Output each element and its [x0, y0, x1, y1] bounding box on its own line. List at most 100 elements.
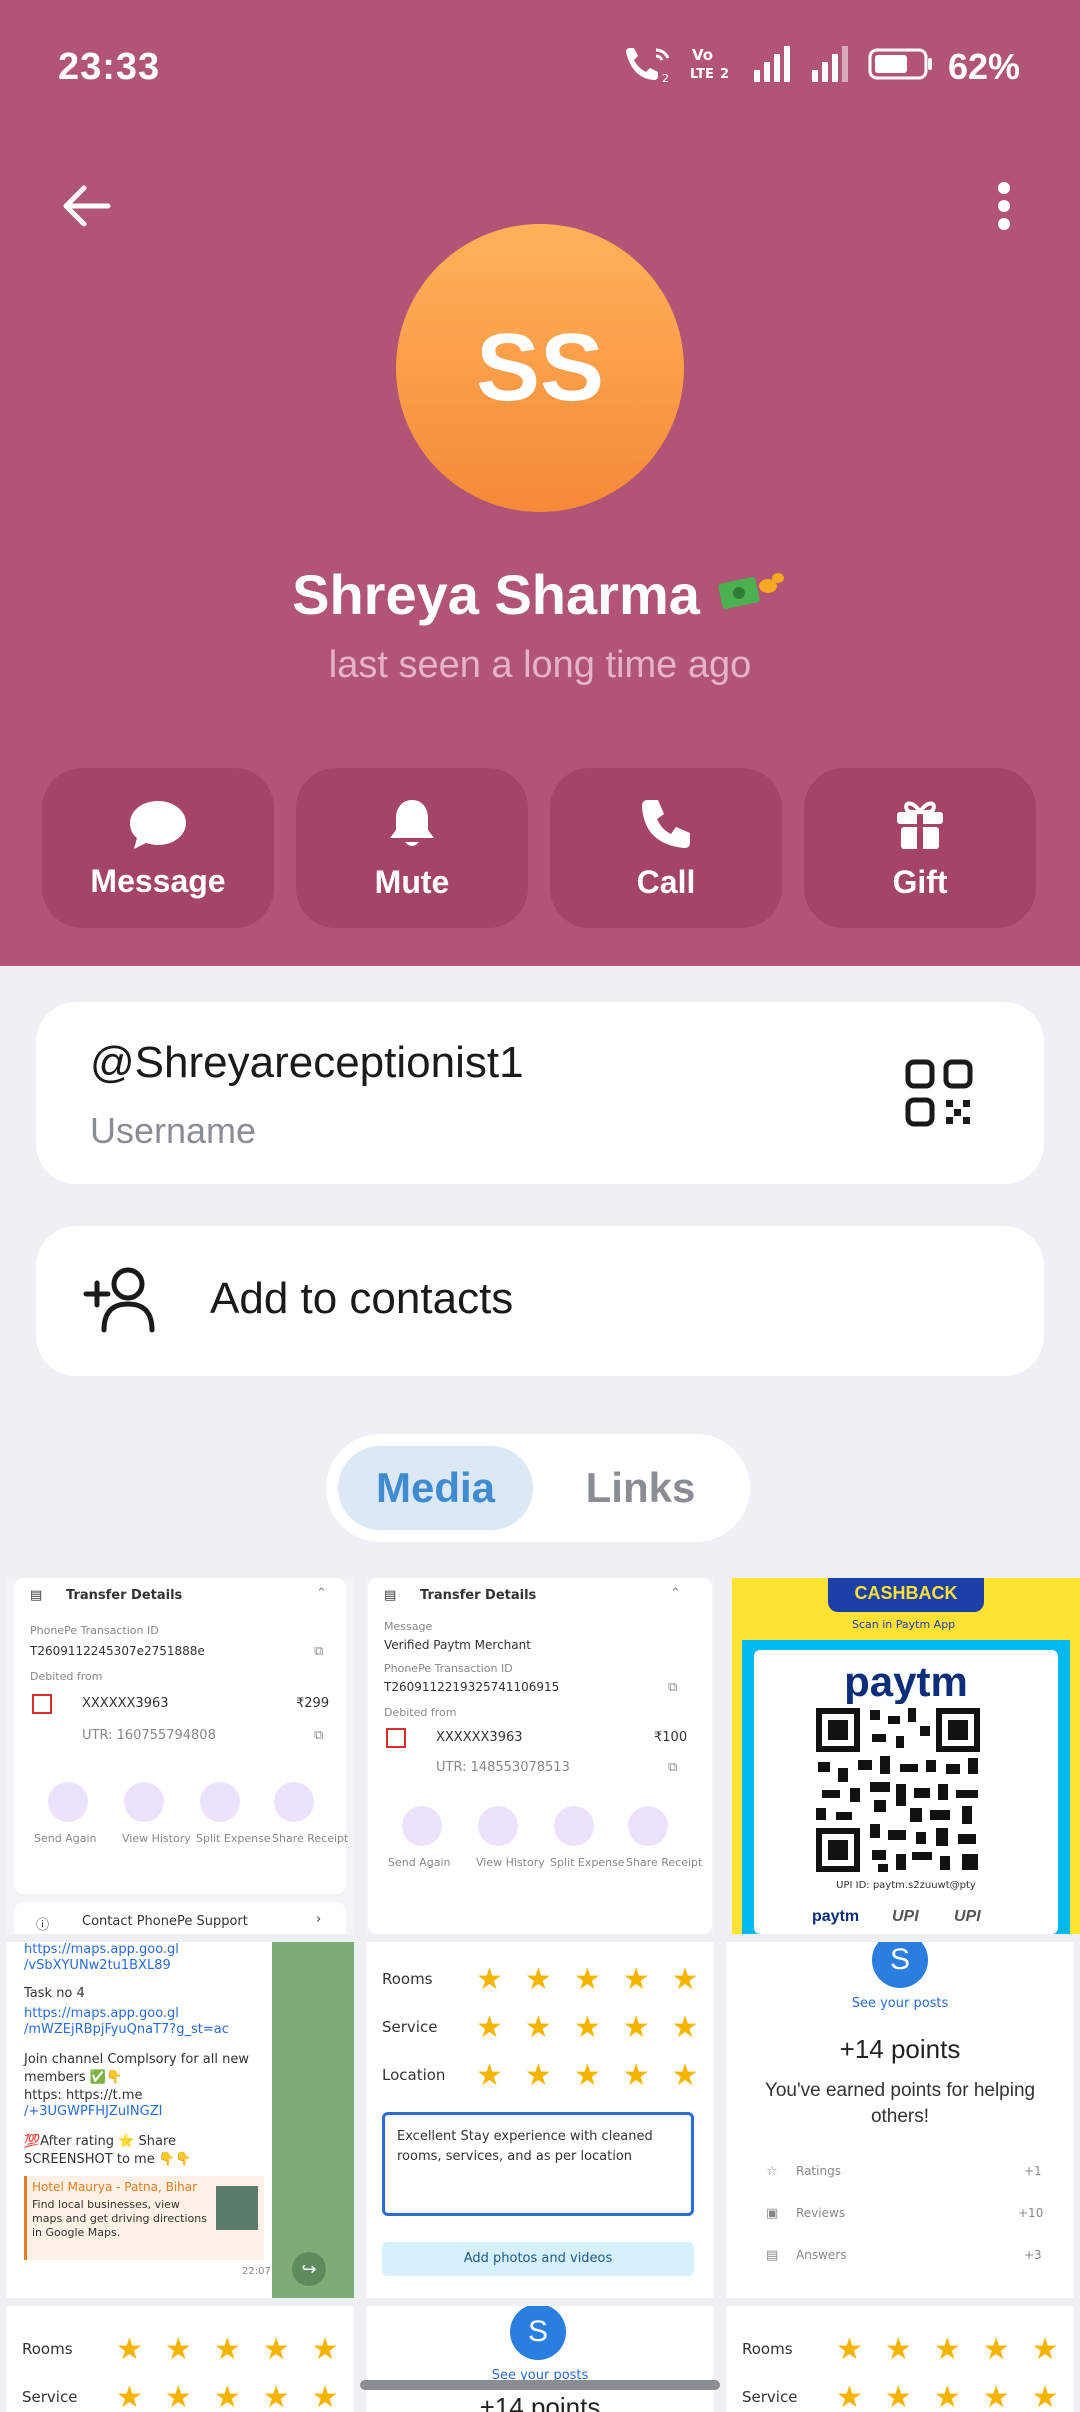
utr: UTR: 148553078513 — [436, 1760, 570, 1775]
chat-line: https://maps.app.goo.gl — [24, 2006, 179, 2021]
txn-label: PhonePe Transaction ID — [30, 1624, 159, 1637]
tab-media[interactable]: Media — [338, 1446, 533, 1530]
gift-label: Gift — [892, 863, 948, 900]
amount: ₹299 — [296, 1696, 330, 1711]
points-title: +14 points — [839, 2034, 961, 2064]
chat-bubble-icon — [130, 800, 186, 849]
media-tile-paytm-qr[interactable]: CASHBACK Scan in Paytm App paytm UPI ID:… — [732, 1578, 1080, 1934]
copy-icon: ⧉ — [668, 1760, 678, 1775]
media-tile-points[interactable]: S See your posts +14 points You've earne… — [726, 1942, 1074, 2298]
message-button[interactable]: Message — [42, 768, 274, 928]
star-icon: ★ — [311, 2381, 339, 2412]
stars-rooms: ★ ★ ★ ★ ★ — [116, 2332, 339, 2367]
wifi-call-icon: 2 — [620, 44, 674, 89]
history-icon — [478, 1806, 518, 1846]
volte-icon: Vo LTE 2 — [688, 44, 738, 89]
stars-service: ★ ★ ★ ★ ★ — [116, 2380, 339, 2412]
avatar: S — [510, 2306, 566, 2360]
svg-text:Vo: Vo — [692, 46, 713, 64]
share-icon — [628, 1806, 668, 1846]
link-preview-title: Hotel Maurya - Patna, Bihar — [32, 2180, 198, 2194]
star-icon: ★ — [311, 2333, 339, 2366]
money-emoji-icon — [716, 564, 788, 625]
txn-id: T2609112245307e2751888e — [30, 1644, 205, 1658]
stars-rooms: ★ ★ ★ ★ ★ — [836, 2332, 1059, 2367]
star-icon: ★ — [164, 2381, 192, 2412]
upi-logo: UPI — [892, 1908, 919, 1925]
call-button[interactable]: Call — [550, 768, 782, 928]
svg-text:2: 2 — [720, 67, 729, 82]
back-button[interactable] — [50, 170, 122, 242]
debited-label: Debited from — [30, 1670, 103, 1683]
gesture-bar[interactable] — [360, 2380, 720, 2390]
star-icon: ★ — [933, 2381, 961, 2412]
scan-text: Scan in Paytm App — [852, 1618, 956, 1631]
see-posts-link: See your posts — [851, 1996, 949, 2011]
action-send-again: Send Again — [388, 1856, 451, 1869]
bank-logo-icon — [32, 1694, 52, 1714]
points-message: You've earned points for helping others! — [764, 2080, 1036, 2127]
split-icon — [200, 1782, 240, 1822]
txn-id: T2609112219325741106915 — [384, 1680, 560, 1694]
profile-header: 23:33 2 Vo LTE 2 62% SS Shreya Sharma la… — [0, 0, 1080, 966]
utr: UTR: 160755794808 — [82, 1728, 216, 1743]
star-icon: ★ — [982, 2381, 1010, 2412]
send-again-icon — [402, 1806, 442, 1846]
points-item-value: +10 — [1018, 2206, 1044, 2220]
star-icon: ★ — [262, 2381, 290, 2412]
media-tile-chat-screenshot[interactable]: https://maps.app.goo.gl /vSbXYUNw2tu1BXL… — [6, 1942, 354, 2298]
svg-text:2: 2 — [662, 72, 669, 84]
media-tile-transfer-1[interactable]: ▤ Transfer Details ⌃ PhonePe Transaction… — [6, 1578, 354, 1934]
star-icon: ★ — [476, 2011, 503, 2044]
chat-line: members ✅👇 — [24, 2070, 123, 2085]
qr-code-button[interactable] — [904, 1058, 974, 1128]
gift-icon — [897, 801, 943, 849]
receipt-title-icon: ▤ — [384, 1588, 397, 1603]
chat-line: 💯After rating ⭐ Share — [24, 2134, 177, 2149]
copy-icon: ⧉ — [668, 1680, 678, 1695]
mute-button[interactable]: Mute — [296, 768, 528, 928]
username-value: @Shreyareceptionist1 — [90, 1038, 524, 1087]
paytm-logo: paytm — [844, 1658, 968, 1705]
star-icon: ★ — [524, 2011, 552, 2044]
media-tile-rating-form[interactable]: Rooms ★ ★ ★ ★ ★ Service ★ ★ ★ ★ ★ Location ★ ★ ★ ★ ★… — [366, 1942, 714, 2298]
status-bar: 23:33 2 Vo LTE 2 62% — [0, 0, 1080, 140]
more-vertical-icon — [998, 182, 1010, 230]
action-view-history: View History — [476, 1856, 545, 1869]
username-card[interactable]: @Shreyareceptionist1 Username — [36, 1002, 1044, 1184]
share-icon — [274, 1782, 314, 1822]
paytm-footer-logo: paytm — [812, 1908, 860, 1925]
star-icon: ★ — [622, 2059, 650, 2092]
add-to-contacts-label: Add to contacts — [210, 1274, 514, 1323]
chat-line: /mWZEjRBpjFyuQnaT7?g_st=ac — [24, 2022, 229, 2037]
gift-button[interactable]: Gift — [804, 768, 1036, 928]
qr-code-icon — [905, 1059, 973, 1127]
more-options-button[interactable] — [968, 170, 1040, 242]
account-number: XXXXXX3963 — [436, 1730, 523, 1745]
media-tile-rating-2[interactable]: Rooms ★ ★ ★ ★ ★ Service ★ ★ ★ ★ ★ — [6, 2306, 354, 2412]
chevron-up-icon: ⌃ — [316, 1586, 327, 1601]
message-label: Message — [90, 862, 226, 899]
battery-percent: 62% — [947, 45, 1020, 87]
media-tile-transfer-2[interactable]: ▤ Transfer Details ⌃ Message Verified Pa… — [366, 1578, 714, 1934]
action-split: Split Expense — [550, 1856, 625, 1869]
username-label: Username — [90, 1110, 257, 1151]
svg-text:LTE: LTE — [690, 67, 714, 82]
media-tabs: Media Links — [326, 1434, 750, 1542]
media-tile-rating-3[interactable]: Rooms ★ ★ ★ ★ ★ Service ★ ★ ★ ★ ★ — [726, 2306, 1074, 2412]
points-item-value: +1 — [1024, 2164, 1042, 2178]
link-preview-desc: Find local businesses, view maps and get… — [32, 2198, 207, 2239]
star-icon: ★ — [476, 2059, 503, 2092]
review-text-field: Excellent Stay experience with cleaned r… — [382, 2112, 694, 2216]
media-tile-points-2[interactable]: S See your posts +14 points — [366, 2306, 714, 2412]
avatar[interactable]: SS — [396, 224, 684, 512]
star-icon: ★ — [836, 2333, 863, 2366]
points-item-value: +3 — [1024, 2248, 1042, 2262]
add-to-contacts-button[interactable]: Add to contacts — [36, 1226, 1044, 1376]
support-text: Contact PhonePe Support — [82, 1914, 248, 1929]
chat-line: /+3UGWPFHJZuINGZI — [24, 2104, 163, 2119]
tab-links[interactable]: Links — [543, 1446, 738, 1530]
qr-code-image — [812, 1704, 984, 1876]
star-icon: ★ — [524, 1963, 552, 1996]
add-photos-button: Add photos and videos — [382, 2242, 694, 2276]
